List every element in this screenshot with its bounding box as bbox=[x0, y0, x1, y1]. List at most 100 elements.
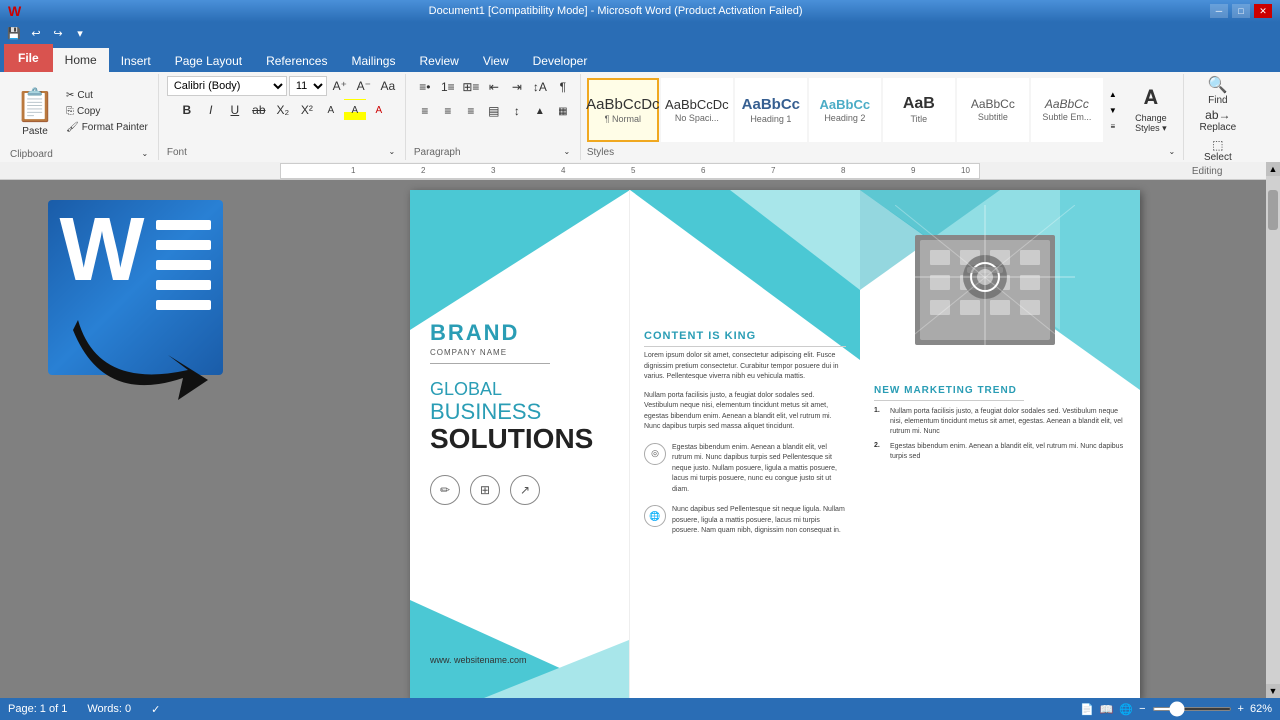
cut-button[interactable]: ✂ Cut bbox=[62, 88, 152, 103]
zoom-in-button[interactable]: + bbox=[1238, 703, 1244, 715]
styles-scroll-up-button[interactable]: ▲ bbox=[1105, 87, 1121, 101]
zoom-out-button[interactable]: − bbox=[1139, 703, 1145, 715]
paste-button[interactable]: 📋 Paste bbox=[10, 76, 60, 146]
style-heading1-button[interactable]: AaBbCc Heading 1 bbox=[735, 78, 807, 142]
review-menu-tab[interactable]: Review bbox=[407, 50, 470, 72]
num-label-2: 2. bbox=[874, 442, 886, 462]
style-subtle-em-button[interactable]: AaBbCc Subtle Em... bbox=[1031, 78, 1103, 142]
styles-more-button[interactable]: ≡ bbox=[1105, 119, 1121, 133]
increase-font-button[interactable]: A⁺ bbox=[329, 76, 351, 96]
align-left-button[interactable]: ≡ bbox=[414, 100, 436, 122]
increase-indent-button[interactable]: ⇥ bbox=[506, 76, 528, 98]
format-painter-button[interactable]: 🖌 Format Painter bbox=[62, 120, 152, 135]
vertical-scrollbar[interactable]: ▲ ▼ bbox=[1266, 180, 1280, 698]
clipboard-small-buttons: ✂ Cut ⎘ Copy 🖌 Format Painter bbox=[62, 88, 152, 135]
styles-expand-button[interactable]: ⌄ bbox=[1165, 144, 1179, 158]
text-effects-button[interactable]: A bbox=[320, 99, 342, 121]
superscript-button[interactable]: X² bbox=[296, 99, 318, 121]
status-right: 📄 📖 🌐 − + 62% bbox=[1080, 703, 1272, 716]
maximize-button[interactable]: □ bbox=[1232, 4, 1250, 18]
change-styles-button[interactable]: 𝐀 ChangeStyles ▾ bbox=[1123, 78, 1179, 142]
replace-button[interactable]: ab→ Replace bbox=[1192, 106, 1244, 134]
copy-button[interactable]: ⎘ Copy bbox=[62, 104, 152, 119]
bold-button[interactable]: B bbox=[176, 99, 198, 121]
home-menu-tab[interactable]: Home bbox=[53, 48, 109, 72]
show-formatting-button[interactable]: ¶ bbox=[552, 76, 574, 98]
customize-quick-btn[interactable]: ▾ bbox=[70, 24, 90, 42]
align-center-button[interactable]: ≡ bbox=[437, 100, 459, 122]
page-layout-menu-tab[interactable]: Page Layout bbox=[163, 50, 254, 72]
paste-icon: 📋 bbox=[15, 86, 55, 124]
minimize-button[interactable]: ─ bbox=[1210, 4, 1228, 18]
zoom-slider[interactable] bbox=[1152, 707, 1232, 711]
select-label: Select bbox=[1204, 152, 1232, 163]
brochure-left-panel: BRAND COMPANY NAME GLOBAL BUSINESS SOLUT… bbox=[410, 190, 630, 698]
brand-title: BRAND bbox=[430, 320, 609, 346]
references-menu-tab[interactable]: References bbox=[254, 50, 339, 72]
lorem-text-3: Egestas bibendum enim. Aenean a blandit … bbox=[672, 443, 846, 496]
view-reading-button[interactable]: 📖 bbox=[1100, 703, 1114, 716]
pages-area[interactable]: BRAND COMPANY NAME GLOBAL BUSINESS SOLUT… bbox=[270, 180, 1280, 698]
subtle-em-style-preview: AaBbCc bbox=[1045, 98, 1089, 110]
file-menu-tab[interactable]: File bbox=[4, 44, 53, 72]
subtitle-style-preview: AaBbCc bbox=[971, 98, 1015, 110]
strikethrough-button[interactable]: ab bbox=[248, 99, 270, 121]
numbering-button[interactable]: 1≡ bbox=[437, 76, 459, 98]
font-family-select[interactable]: Calibri (Body) bbox=[167, 76, 287, 96]
text-highlight-button[interactable]: A bbox=[344, 99, 366, 121]
clear-formatting-button[interactable]: Aa bbox=[377, 76, 399, 96]
clipboard-expand-button[interactable]: ⌄ bbox=[138, 146, 152, 160]
close-button[interactable]: ✕ bbox=[1254, 4, 1272, 18]
shading-button[interactable]: ▲ bbox=[529, 100, 551, 122]
style-subtitle-button[interactable]: AaBbCc Subtitle bbox=[957, 78, 1029, 142]
font-color-button[interactable]: A bbox=[368, 99, 390, 121]
bullets-button[interactable]: ≡• bbox=[414, 76, 436, 98]
select-button[interactable]: ⬚ Select bbox=[1192, 136, 1244, 164]
style-normal-button[interactable]: AaBbCcDc ¶ Normal bbox=[587, 78, 659, 142]
ruler: 1 2 3 4 5 6 7 8 9 10 bbox=[0, 162, 1280, 180]
font-size-select[interactable]: 11 bbox=[289, 76, 327, 96]
save-quick-btn[interactable]: 💾 bbox=[4, 24, 24, 42]
redo-quick-btn[interactable]: ↪ bbox=[48, 24, 68, 42]
mailings-menu-tab[interactable]: Mailings bbox=[339, 50, 407, 72]
multilevel-button[interactable]: ⊞≡ bbox=[460, 76, 482, 98]
insert-menu-tab[interactable]: Insert bbox=[109, 50, 163, 72]
style-no-spacing-button[interactable]: AaBbCcDc No Spaci... bbox=[661, 78, 733, 142]
find-label: Find bbox=[1208, 95, 1227, 106]
style-heading2-button[interactable]: AaBbCc Heading 2 bbox=[809, 78, 881, 142]
copy-icon: ⎘ bbox=[66, 106, 74, 117]
justify-button[interactable]: ▤ bbox=[483, 100, 505, 122]
clipboard-group: 📋 Paste ✂ Cut ⎘ Copy 🖌 Format Painter C bbox=[4, 74, 159, 160]
replace-icon: ab→ bbox=[1205, 108, 1230, 122]
style-title-button[interactable]: AaB Title bbox=[883, 78, 955, 142]
paragraph-group-content: ≡• 1≡ ⊞≡ ⇤ ⇥ ↕A ¶ ≡ ≡ ≡ ▤ ↕ ▲ ▦ bbox=[414, 76, 574, 144]
heading2-style-label: Heading 2 bbox=[824, 113, 865, 123]
styles-scroll-down-button[interactable]: ▼ bbox=[1105, 103, 1121, 117]
scroll-down-button[interactable]: ▼ bbox=[1266, 684, 1280, 698]
view-layout-button[interactable]: 📄 bbox=[1080, 703, 1094, 716]
undo-quick-btn[interactable]: ↩ bbox=[26, 24, 46, 42]
developer-menu-tab[interactable]: Developer bbox=[521, 50, 600, 72]
view-web-button[interactable]: 🌐 bbox=[1119, 703, 1133, 716]
words-status: Words: 0 bbox=[87, 703, 131, 715]
font-group-content: Calibri (Body) 11 A⁺ A⁻ Aa B I U ab X₂ X… bbox=[167, 76, 399, 144]
font-expand-button[interactable]: ⌄ bbox=[385, 144, 399, 158]
decrease-indent-button[interactable]: ⇤ bbox=[483, 76, 505, 98]
normal-style-preview: AaBbCcDc bbox=[586, 97, 659, 112]
no-spacing-style-preview: AaBbCcDc bbox=[665, 98, 729, 111]
align-right-button[interactable]: ≡ bbox=[460, 100, 482, 122]
paragraph-expand-button[interactable]: ⌄ bbox=[560, 144, 574, 158]
line-spacing-button[interactable]: ↕ bbox=[506, 100, 528, 122]
borders-button[interactable]: ▦ bbox=[552, 100, 574, 122]
italic-button[interactable]: I bbox=[200, 99, 222, 121]
format-painter-icon: 🖌 bbox=[66, 122, 79, 133]
view-menu-tab[interactable]: View bbox=[471, 50, 521, 72]
scroll-thumb[interactable] bbox=[1268, 190, 1278, 230]
subscript-button[interactable]: X₂ bbox=[272, 99, 294, 121]
decrease-font-button[interactable]: A⁻ bbox=[353, 76, 375, 96]
find-button[interactable]: 🔍 Find bbox=[1192, 76, 1244, 104]
underline-button[interactable]: U bbox=[224, 99, 246, 121]
sort-button[interactable]: ↕A bbox=[529, 76, 551, 98]
num-text-2: Egestas bibendum enim. Aenean a blandit … bbox=[890, 442, 1126, 462]
select-icon: ⬚ bbox=[1212, 138, 1223, 152]
